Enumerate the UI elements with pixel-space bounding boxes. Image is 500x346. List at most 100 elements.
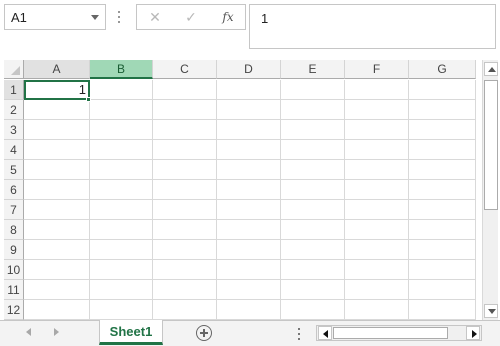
cell-d1[interactable] xyxy=(217,80,281,100)
cell-c11[interactable] xyxy=(153,280,217,300)
column-header-e[interactable]: E xyxy=(281,60,345,79)
cell-b8[interactable] xyxy=(90,220,153,240)
scroll-left-button[interactable] xyxy=(318,326,332,340)
row-header[interactable]: 1 xyxy=(4,80,24,100)
cell-d12[interactable] xyxy=(217,300,281,320)
cell-b4[interactable] xyxy=(90,140,153,160)
cell-g6[interactable] xyxy=(409,180,476,200)
column-header-f[interactable]: F xyxy=(345,60,409,79)
column-header-g[interactable]: G xyxy=(409,60,476,79)
cell-c1[interactable] xyxy=(153,80,217,100)
cell-d4[interactable] xyxy=(217,140,281,160)
cell-b2[interactable] xyxy=(90,100,153,120)
cell-e6[interactable] xyxy=(281,180,345,200)
cell-b3[interactable] xyxy=(90,120,153,140)
cell-e8[interactable] xyxy=(281,220,345,240)
cell-a6[interactable] xyxy=(24,180,90,200)
cell-c9[interactable] xyxy=(153,240,217,260)
cell-f9[interactable] xyxy=(345,240,409,260)
cell-g8[interactable] xyxy=(409,220,476,240)
cell-g12[interactable] xyxy=(409,300,476,320)
cell-c8[interactable] xyxy=(153,220,217,240)
row-header[interactable]: 10 xyxy=(4,260,24,280)
row-header[interactable]: 7 xyxy=(4,200,24,220)
row-header[interactable]: 6 xyxy=(4,180,24,200)
cell-g10[interactable] xyxy=(409,260,476,280)
cell-b12[interactable] xyxy=(90,300,153,320)
cell-e5[interactable] xyxy=(281,160,345,180)
cell-a11[interactable] xyxy=(24,280,90,300)
cell-a3[interactable] xyxy=(24,120,90,140)
column-header-b[interactable]: B xyxy=(90,60,153,79)
cell-b1[interactable] xyxy=(90,80,153,100)
cancel-icon[interactable]: ✕ xyxy=(145,8,165,26)
cell-f1[interactable] xyxy=(345,80,409,100)
name-box[interactable]: A1 xyxy=(4,4,106,30)
cell-d8[interactable] xyxy=(217,220,281,240)
row-header[interactable]: 12 xyxy=(4,300,24,320)
cell-f12[interactable] xyxy=(345,300,409,320)
cell-d7[interactable] xyxy=(217,200,281,220)
row-header[interactable]: 9 xyxy=(4,240,24,260)
horizontal-scroll-thumb[interactable] xyxy=(333,327,448,339)
formula-bar[interactable]: 1 xyxy=(249,4,496,49)
cell-b7[interactable] xyxy=(90,200,153,220)
horizontal-scrollbar[interactable] xyxy=(316,325,482,341)
cell-f11[interactable] xyxy=(345,280,409,300)
cell-c4[interactable] xyxy=(153,140,217,160)
more-options-icon[interactable] xyxy=(117,9,121,25)
row-header[interactable]: 8 xyxy=(4,220,24,240)
cell-f2[interactable] xyxy=(345,100,409,120)
splitter-handle[interactable] xyxy=(297,327,301,341)
cell-g7[interactable] xyxy=(409,200,476,220)
cell-g5[interactable] xyxy=(409,160,476,180)
cell-a1[interactable]: 1 xyxy=(24,80,90,100)
cell-c6[interactable] xyxy=(153,180,217,200)
column-header-a[interactable]: A xyxy=(24,60,90,79)
scroll-right-button[interactable] xyxy=(466,326,480,340)
scroll-down-button[interactable] xyxy=(484,304,498,318)
cell-a8[interactable] xyxy=(24,220,90,240)
cell-f7[interactable] xyxy=(345,200,409,220)
cell-e11[interactable] xyxy=(281,280,345,300)
row-header[interactable]: 3 xyxy=(4,120,24,140)
cell-b10[interactable] xyxy=(90,260,153,280)
vertical-scrollbar[interactable] xyxy=(482,60,498,320)
cell-e3[interactable] xyxy=(281,120,345,140)
cell-b5[interactable] xyxy=(90,160,153,180)
cell-b6[interactable] xyxy=(90,180,153,200)
column-header-c[interactable]: C xyxy=(153,60,217,79)
column-header-d[interactable]: D xyxy=(217,60,281,79)
cell-f8[interactable] xyxy=(345,220,409,240)
cell-f4[interactable] xyxy=(345,140,409,160)
cell-g4[interactable] xyxy=(409,140,476,160)
cell-f3[interactable] xyxy=(345,120,409,140)
cell-a4[interactable] xyxy=(24,140,90,160)
chevron-down-icon[interactable] xyxy=(91,15,99,20)
row-header[interactable]: 2 xyxy=(4,100,24,120)
row-header[interactable]: 11 xyxy=(4,280,24,300)
cell-f10[interactable] xyxy=(345,260,409,280)
sheet-tab-sheet1[interactable]: Sheet1 xyxy=(99,320,163,345)
cell-a2[interactable] xyxy=(24,100,90,120)
cell-b11[interactable] xyxy=(90,280,153,300)
cell-a12[interactable] xyxy=(24,300,90,320)
cell-c2[interactable] xyxy=(153,100,217,120)
cell-e10[interactable] xyxy=(281,260,345,280)
cell-c12[interactable] xyxy=(153,300,217,320)
row-header[interactable]: 4 xyxy=(4,140,24,160)
triangle-left-icon[interactable] xyxy=(26,328,31,336)
cell-e7[interactable] xyxy=(281,200,345,220)
cell-g11[interactable] xyxy=(409,280,476,300)
cell-g3[interactable] xyxy=(409,120,476,140)
vertical-scroll-thumb[interactable] xyxy=(484,80,498,210)
cell-d10[interactable] xyxy=(217,260,281,280)
insert-function-button[interactable]: fx xyxy=(217,8,239,26)
cell-c10[interactable] xyxy=(153,260,217,280)
cell-g1[interactable] xyxy=(409,80,476,100)
cell-d3[interactable] xyxy=(217,120,281,140)
cell-a10[interactable] xyxy=(24,260,90,280)
cell-b9[interactable] xyxy=(90,240,153,260)
cell-a9[interactable] xyxy=(24,240,90,260)
cell-a7[interactable] xyxy=(24,200,90,220)
